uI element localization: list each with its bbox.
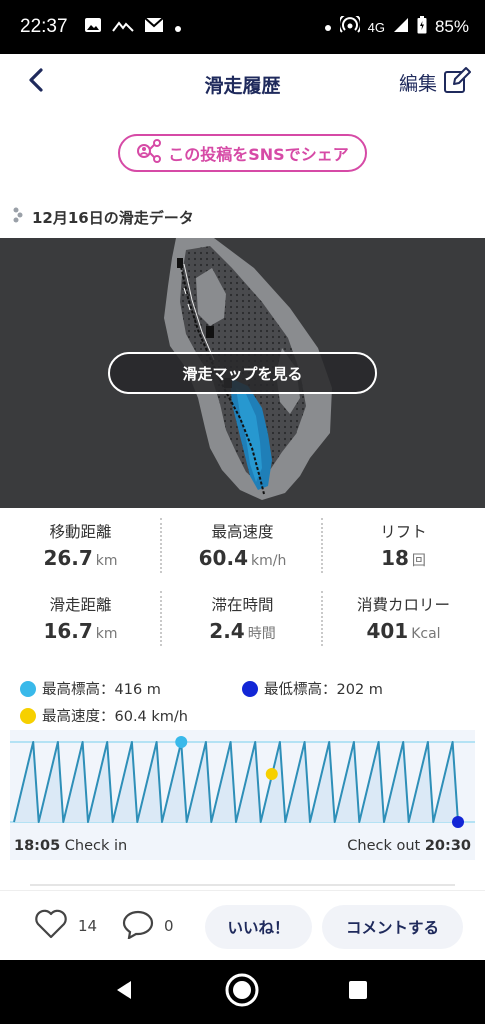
signal-icon [393,17,409,38]
max-elevation-point [175,736,188,748]
stat-value: 60.4 [198,546,248,570]
legend-min-elevation: 最低標高：202 m [242,678,383,699]
action-bar: 14 0 いいね！ コメントする [0,890,485,960]
stat-unit: Kcal [411,626,441,642]
network-label: 4G [367,19,385,35]
checkout-time: 20:30 [424,838,471,854]
divider [321,518,323,573]
section-date-text: 12月16日の滑走データ [32,208,194,227]
stat-unit: 時間 [247,626,276,642]
divider [160,591,162,646]
hotspot-icon [337,12,362,39]
checkout-text: Check out [347,838,421,854]
like-button[interactable]: いいね！ [205,905,312,949]
divider [321,591,323,646]
battery-level: 85% [434,17,469,36]
legend-max-elevation: 最高標高：416 m [20,678,161,699]
system-nav-bar [0,960,485,1024]
status-right: 4G 85% [324,12,469,39]
edit-button[interactable]: 編集 [399,66,471,99]
share-label: この投稿をSNSでシェア [168,145,349,164]
divider [160,518,162,573]
edit-label: 編集 [398,73,437,95]
divider [30,884,455,886]
stat-lift: リフト 18 回 [323,508,484,578]
stat-unit: km [95,553,118,569]
legend-label: 最高標高：416 m [42,682,161,698]
section-date-label: 12月16日の滑走データ [12,206,194,228]
status-left-icons [84,17,182,37]
stat-label: 移動距離 [49,523,112,541]
comment-counter[interactable]: 0 [122,909,174,943]
status-time: 22:37 [20,16,68,37]
view-ski-map-button[interactable]: 滑走マップを見る [108,352,377,394]
stat-label: 最高速度 [211,523,274,541]
stat-label: 消費カロリー [356,596,450,614]
dot-icon [324,17,332,37]
legend-dot [20,707,36,724]
like-count: 14 [78,917,98,935]
comment-count: 0 [164,917,174,935]
bullet-dots-icon [12,206,24,228]
image-icon [84,17,102,37]
comment-button[interactable]: コメントする [322,905,463,949]
app-header: 滑走履歴 編集 [0,54,485,112]
pencil-icon [443,66,471,99]
stat-value: 2.4 [209,619,245,643]
legend-dot [242,680,258,697]
max-speed-point [265,768,278,780]
speech-bubble-icon [122,909,154,943]
checkin-text: Check in [64,838,128,854]
stat-unit: km [95,626,118,642]
stat-calories: 消費カロリー 401 Kcal [323,581,484,651]
stat-travel-distance: 移動距離 26.7 km [0,508,161,578]
stat-value: 401 [366,619,409,643]
legend-dot [20,680,36,697]
chart-legend: 最高標高：416 m 最低標高：202 m 最高速度：60.4 km/h [20,676,480,726]
min-elevation-point [452,816,464,828]
nav-recents-button[interactable] [340,974,376,1010]
legend-label: 最低標高：202 m [264,682,383,698]
share-network-icon [136,139,162,167]
stat-label: 滑走距離 [49,596,112,614]
legend-label: 最高速度：60.4 km/h [42,709,188,725]
stat-unit: km/h [251,553,287,569]
nav-back-button[interactable] [106,974,142,1010]
stat-label: リフト [380,523,427,541]
heart-icon [34,909,68,943]
stat-max-speed: 最高速度 60.4 km/h [162,508,323,578]
battery-icon [417,15,427,39]
stat-value: 26.7 [43,546,93,570]
stat-unit: 回 [411,553,426,569]
ski-map[interactable]: 滑走マップを見る [0,238,485,508]
checkin-label: 18:05 Check in [14,838,127,854]
dot-icon [174,18,182,37]
share-sns-button[interactable]: この投稿をSNSでシェア [118,134,367,172]
stats-grid: 移動距離 26.7 km 最高速度 60.4 km/h リフト 18 回 滑走距離 1… [0,508,485,658]
nav-home-button[interactable] [224,972,260,1012]
stat-value: 16.7 [43,619,93,643]
checkout-label: Check out 20:30 [347,838,471,854]
stat-ski-distance: 滑走距離 16.7 km [0,581,161,651]
like-counter[interactable]: 14 [34,909,97,943]
stat-label: 滞在時間 [211,596,274,614]
triangle-back-icon [113,979,135,1005]
stat-stay-time: 滞在時間 2.4 時間 [162,581,323,651]
status-bar: 22:37 4G 85% [0,0,485,54]
checkin-time: 18:05 [14,838,61,854]
stat-value: 18 [381,546,409,570]
square-recents-icon [347,979,369,1005]
legend-max-speed: 最高速度：60.4 km/h [20,705,188,726]
home-circle-icon [224,972,260,1012]
mountain-icon [111,18,134,37]
mail-icon [143,17,164,37]
